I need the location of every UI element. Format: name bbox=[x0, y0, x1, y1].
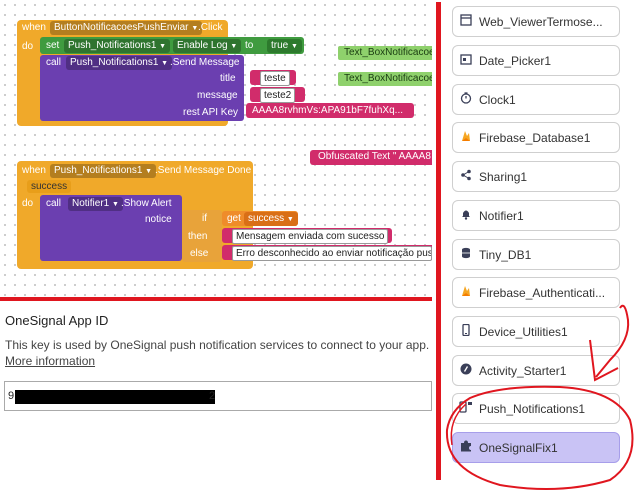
component-item-clock[interactable]: Clock1 bbox=[452, 84, 620, 115]
phone-icon bbox=[453, 323, 479, 339]
do-label: do bbox=[22, 41, 34, 52]
component-item-firebase-database[interactable]: Firebase_Database1 bbox=[452, 122, 620, 153]
arg-key-label: rest API Key bbox=[183, 107, 239, 118]
component-item-device-utilities[interactable]: Device_Utilities1 bbox=[452, 316, 620, 347]
component-label: Tiny_DB1 bbox=[479, 247, 532, 262]
when-label: when bbox=[22, 22, 46, 33]
true-value-dropdown[interactable]: true ▼ bbox=[267, 39, 302, 53]
text-box-block-2[interactable]: Text_BoxNotificacoe bbox=[338, 72, 432, 86]
calendar-icon bbox=[453, 53, 479, 68]
component-label: Device_Utilities1 bbox=[479, 324, 568, 339]
arg-title-label: title bbox=[220, 73, 236, 84]
component-item-notifier[interactable]: Notifier1 bbox=[452, 200, 620, 231]
set-label: set bbox=[46, 40, 60, 51]
component-label: Web_ViewerTermose... bbox=[479, 14, 603, 29]
more-information-link[interactable]: More information bbox=[5, 354, 95, 368]
component-item-sharing[interactable]: Sharing1 bbox=[452, 161, 620, 192]
annotation-vertical-line bbox=[436, 2, 441, 480]
then-text-value[interactable]: Mensagem enviada com sucesso bbox=[232, 229, 389, 244]
true-value: true bbox=[271, 40, 289, 51]
event-component-dropdown[interactable]: ButtonNotificacoesPushEnviar ▼ bbox=[50, 21, 203, 35]
component-label: Notifier1 bbox=[479, 208, 524, 223]
when-label-2: when bbox=[22, 165, 46, 176]
to-label: to bbox=[245, 40, 254, 51]
text-box-block-1[interactable]: Text_BoxNotificacoe bbox=[338, 46, 432, 60]
set-component-name: Push_Notifications1 bbox=[68, 40, 157, 51]
component-label: Sharing1 bbox=[479, 169, 528, 184]
component-item-push-notifications[interactable]: Push_Notifications1 bbox=[452, 393, 620, 424]
notifier-component-name: Notifier1 bbox=[72, 198, 110, 209]
then-label: then bbox=[188, 231, 208, 242]
database-icon bbox=[453, 247, 479, 262]
description-text: This key is used by OneSignal push notif… bbox=[5, 338, 430, 352]
annotation-underline bbox=[0, 297, 432, 301]
app-id-end: 2 bbox=[209, 390, 216, 402]
component-label: Clock1 bbox=[479, 92, 516, 107]
call-method: .Send Message bbox=[170, 57, 240, 68]
component-label: Firebase_Database1 bbox=[479, 130, 591, 145]
notifier-component-dropdown[interactable]: Notifier1 ▼ bbox=[68, 197, 123, 211]
set-property-name: Enable Log bbox=[177, 40, 228, 51]
event2-component-dropdown[interactable]: Push_Notifications1 ▼ bbox=[50, 164, 157, 178]
component-label: OneSignalFix1 bbox=[479, 440, 558, 455]
redaction-bar bbox=[15, 390, 215, 404]
arg-notice-label: notice bbox=[145, 214, 172, 225]
message-text-value[interactable]: teste2 bbox=[260, 88, 296, 103]
success-param[interactable]: success bbox=[27, 180, 72, 193]
do-label-2: do bbox=[22, 198, 34, 209]
property-description: This key is used by OneSignal push notif… bbox=[5, 337, 430, 369]
event2-component-name: Push_Notifications1 bbox=[54, 165, 143, 176]
bell-icon bbox=[453, 208, 479, 223]
app-id-start: 9 bbox=[8, 390, 15, 402]
blocks-workspace[interactable]: when ButtonNotificacoesPushEnviar ▼ .Cli… bbox=[0, 0, 432, 300]
api-key-text-value: AAAA8rvhmVs:APA91bF7fuhXq... bbox=[252, 105, 404, 116]
component-item-firebase-auth[interactable]: Firebase_Authenticati... bbox=[452, 277, 620, 308]
get-variable-name: success bbox=[248, 213, 285, 224]
component-item-web-viewer[interactable]: Web_ViewerTermose... bbox=[452, 6, 620, 37]
event-component-name: ButtonNotificacoesPushEnviar bbox=[54, 22, 189, 33]
push-notification-icon bbox=[453, 401, 479, 416]
show-alert-method: .Show Alert bbox=[121, 198, 172, 209]
title-text-value[interactable]: teste bbox=[260, 71, 290, 86]
set-component-dropdown[interactable]: Push_Notifications1 ▼ bbox=[64, 39, 171, 53]
component-label: Activity_Starter1 bbox=[479, 363, 567, 378]
call-component-name: Push_Notifications1 bbox=[70, 57, 159, 68]
component-item-date-picker[interactable]: Date_Picker1 bbox=[452, 45, 620, 76]
component-label: Date_Picker1 bbox=[479, 53, 552, 68]
property-panel: OneSignal App ID This key is used by One… bbox=[0, 305, 432, 499]
get-label: get bbox=[227, 213, 241, 224]
call-component-dropdown[interactable]: Push_Notifications1 ▼ bbox=[66, 56, 173, 70]
rocket-icon bbox=[453, 363, 479, 378]
set-property-dropdown[interactable]: Enable Log ▼ bbox=[173, 39, 242, 53]
clock-icon bbox=[453, 92, 479, 107]
firebase-icon bbox=[453, 130, 479, 145]
call-label: call bbox=[46, 57, 62, 68]
if-label: if bbox=[202, 213, 207, 224]
arg-message-label: message bbox=[197, 90, 238, 101]
else-label: else bbox=[190, 248, 209, 259]
share-icon bbox=[453, 169, 479, 184]
app-id-input[interactable]: 9 2 bbox=[4, 381, 432, 411]
puzzle-icon bbox=[453, 440, 479, 455]
component-item-activity-starter[interactable]: Activity_Starter1 bbox=[452, 355, 620, 386]
event-name: .Click bbox=[198, 22, 223, 33]
event2-name: .Send Message Done bbox=[155, 165, 252, 176]
call-label-2: call bbox=[46, 198, 62, 209]
component-item-onesignalfix[interactable]: OneSignalFix1 bbox=[452, 432, 620, 463]
property-title: OneSignal App ID bbox=[5, 313, 109, 328]
component-item-tiny-db[interactable]: Tiny_DB1 bbox=[452, 239, 620, 270]
component-label: Push_Notifications1 bbox=[479, 401, 586, 416]
get-variable-dropdown[interactable]: success ▼ bbox=[244, 212, 298, 226]
obfuscated-text-block[interactable]: Obfuscated Text " AAAA8 bbox=[310, 150, 432, 165]
component-label: Firebase_Authenticati... bbox=[479, 285, 606, 300]
else-text-value[interactable]: Erro desconhecido ao enviar notificação … bbox=[232, 246, 432, 261]
firebase-icon bbox=[453, 285, 479, 300]
globe-icon bbox=[453, 14, 479, 29]
